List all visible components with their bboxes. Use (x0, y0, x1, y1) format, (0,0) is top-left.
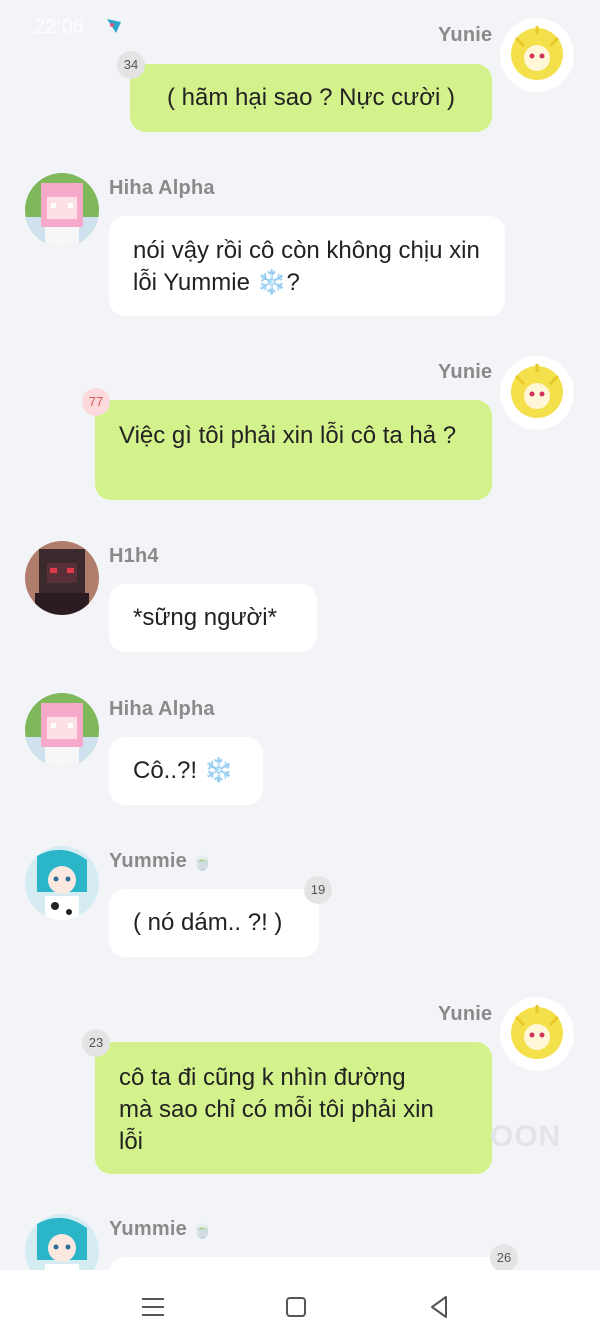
sender-name: Yunie (438, 1003, 493, 1025)
avatar[interactable] (25, 846, 99, 920)
navigation-bar (0, 1270, 600, 1343)
sender-name: Yummie 🍵 (109, 850, 213, 872)
avatar[interactable] (500, 356, 574, 430)
reaction-count-badge[interactable]: 23 (82, 1029, 110, 1057)
message-bubble[interactable]: Việc gì tôi phải xin lỗi cô ta hả ? (95, 400, 492, 500)
reaction-count-badge[interactable]: 34 (117, 51, 145, 79)
back-icon[interactable] (424, 1292, 454, 1322)
tea-icon: 🍵 (192, 1222, 213, 1239)
message-bubble[interactable]: Cô..?! ❄️ (109, 737, 263, 805)
message-bubble[interactable]: ( hãm hại sao ? Nực cười ) (130, 64, 492, 132)
status-time: 22:06 (34, 16, 85, 38)
avatar[interactable] (25, 541, 99, 615)
avatar[interactable] (500, 18, 574, 92)
avatar[interactable] (25, 173, 99, 247)
sender-name: H1h4 (109, 545, 159, 567)
sender-name: Hiha Alpha (109, 698, 215, 720)
message-bubble[interactable]: nói vậy rồi cô còn không chịu xin lỗi Yu… (109, 216, 505, 316)
sender-name: Yunie (438, 24, 493, 46)
tea-icon: 🍵 (192, 854, 213, 871)
reaction-count-badge[interactable]: 77 (82, 388, 110, 416)
reaction-count-badge[interactable]: 19 (304, 876, 332, 904)
message-bubble[interactable]: *sững người* (109, 584, 317, 652)
sender-name: Yummie 🍵 (109, 1218, 213, 1240)
reaction-count-badge[interactable]: 26 (490, 1244, 518, 1272)
message-bubble[interactable]: ( nó dám.. ?! ) (109, 889, 319, 957)
avatar[interactable] (25, 693, 99, 767)
sender-name: Hiha Alpha (109, 177, 215, 199)
watermark: OON (490, 1120, 562, 1153)
app-notification-icon (107, 19, 121, 33)
sender-name: Yunie (438, 361, 493, 383)
menu-icon[interactable] (138, 1292, 168, 1322)
home-icon[interactable] (281, 1292, 311, 1322)
avatar[interactable] (500, 997, 574, 1071)
message-bubble[interactable]: cô ta đi cũng k nhìn đường mà sao chỉ có… (95, 1042, 492, 1174)
